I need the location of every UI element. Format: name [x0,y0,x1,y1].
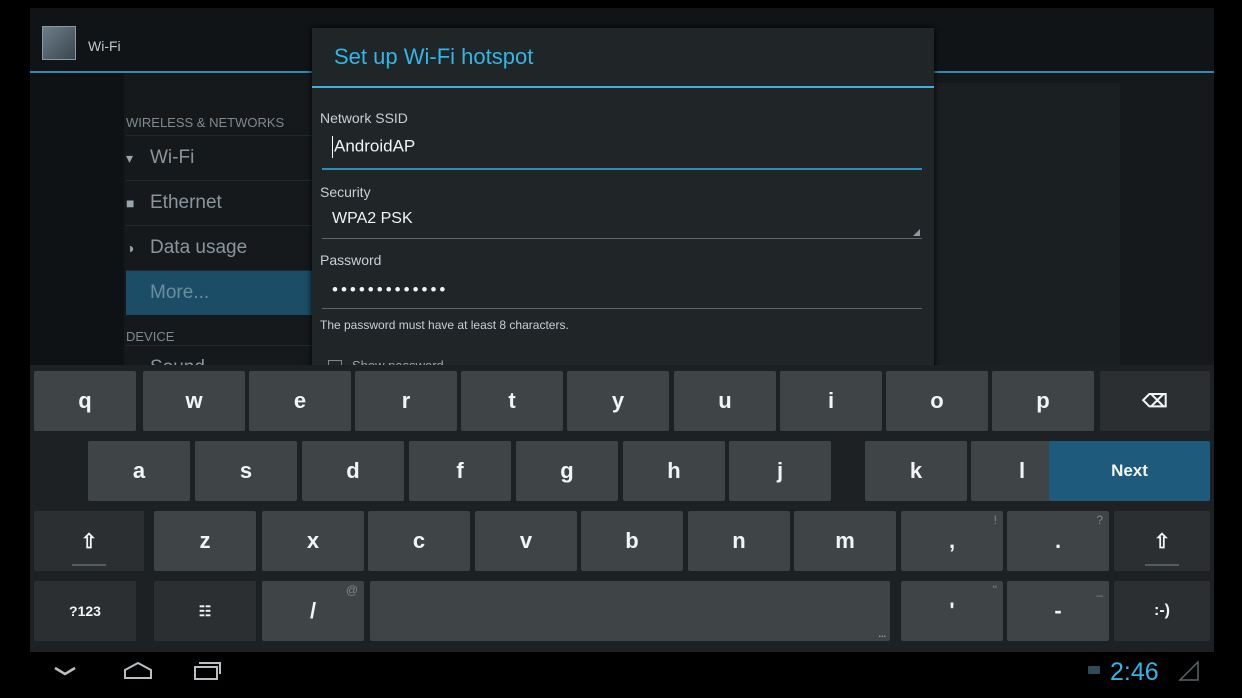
key-comma[interactable]: ,! [901,511,1003,571]
settings-item-ethernet[interactable]: ■ Ethernet [126,180,326,225]
settings-left-gutter [30,73,124,373]
ethernet-icon: ■ [126,195,135,211]
settings-item-wifi[interactable]: ▾ Wi-Fi [126,135,326,180]
settings-item-label: More... [150,282,210,303]
symbols-key[interactable]: ?123 [34,581,136,641]
next-key[interactable]: Next [1049,441,1210,501]
wifi-icon: ▾ [126,150,134,166]
soft-keyboard: q w e r t y u i o p ⌫ a s d f g h j k l … [30,365,1214,652]
backspace-icon: ⌫ [1142,390,1168,411]
keyboard-indicator-icon [1088,666,1100,674]
key-t[interactable]: t [461,371,563,431]
settings-item-data-usage[interactable]: ◑ Data usage [126,225,326,270]
data-usage-icon: ◑ [126,240,135,256]
key-m[interactable]: m [794,511,896,571]
key-o[interactable]: o [886,371,988,431]
settings-key[interactable]: ☷ [154,581,256,641]
smiley-key[interactable]: :-) [1114,581,1210,641]
key-s[interactable]: s [195,441,297,501]
home-icon[interactable] [122,660,154,682]
key-slash[interactable]: / @ [262,581,364,641]
key-w[interactable]: w [143,371,245,431]
settings-item-label: Ethernet [150,192,222,213]
spinner-arrow-icon [913,229,920,236]
settings-item-label: Data usage [150,237,248,258]
backspace-key[interactable]: ⌫ [1100,371,1210,431]
key-p[interactable]: p [992,371,1094,431]
key-r[interactable]: r [355,371,457,431]
security-value: WPA2 PSK [332,210,413,227]
password-hint: The password must have at least 8 charac… [320,318,569,332]
dialog-title-divider [312,86,934,88]
key-h[interactable]: h [623,441,725,501]
shift-key-right[interactable]: ⇧ [1114,511,1210,571]
key-z[interactable]: z [154,511,256,571]
category-wireless-networks: WIRELESS & NETWORKS [126,115,285,130]
security-label: Security [320,184,371,200]
shift-icon: ⇧ [80,530,98,553]
status-clock: 2:46 [1110,658,1159,686]
signal-icon [1178,660,1199,681]
key-x[interactable]: x [262,511,364,571]
text-cursor [332,136,333,158]
key-u[interactable]: u [674,371,776,431]
key-apostrophe[interactable]: ' " [901,581,1003,641]
key-k[interactable]: k [865,441,967,501]
key-q[interactable]: q [34,371,136,431]
dialog-title: Set up Wi-Fi hotspot [334,44,534,69]
key-i[interactable]: i [780,371,882,431]
ssid-label: Network SSID [320,110,408,126]
settings-app-icon [42,26,76,60]
key-a[interactable]: a [88,441,190,501]
key-f[interactable]: f [409,441,511,501]
key-y[interactable]: y [567,371,669,431]
action-bar-title: Wi-Fi [88,38,121,54]
key-g[interactable]: g [516,441,618,501]
shift-icon: ⇧ [1153,530,1171,553]
ssid-value: AndroidAP [334,136,416,156]
category-device: DEVICE [126,329,175,344]
key-j[interactable]: j [729,441,831,501]
recent-apps-icon[interactable] [192,660,222,682]
key-d[interactable]: d [302,441,404,501]
wifi-hotspot-dialog: Set up Wi-Fi hotspot Network SSID Androi… [312,28,934,378]
settings-item-more[interactable]: More... [126,270,326,315]
key-n[interactable]: n [688,511,790,571]
space-key[interactable]: ... [370,581,890,641]
android-screen: Wi-Fi WIRELESS & NETWORKS ▾ Wi-Fi ■ Ethern… [30,8,1214,692]
key-b[interactable]: b [581,511,683,571]
shift-key-left[interactable]: ⇧ [34,511,144,571]
password-value: ••••••••••••• [332,280,449,299]
key-e[interactable]: e [249,371,351,431]
security-spinner[interactable]: WPA2 PSK [322,204,922,239]
key-dash[interactable]: - _ [1007,581,1109,641]
key-v[interactable]: v [475,511,577,571]
settings-sliders-icon: ☷ [198,602,212,619]
password-label: Password [320,252,382,268]
ssid-input[interactable]: AndroidAP [322,130,922,170]
settings-detail-pane [934,83,1120,373]
settings-item-label: Wi-Fi [150,147,195,168]
navigation-bar: 2:46 [30,652,1214,692]
key-c[interactable]: c [368,511,470,571]
back-icon[interactable] [52,664,78,678]
password-input[interactable]: ••••••••••••• [322,274,922,309]
key-period[interactable]: .? [1007,511,1109,571]
